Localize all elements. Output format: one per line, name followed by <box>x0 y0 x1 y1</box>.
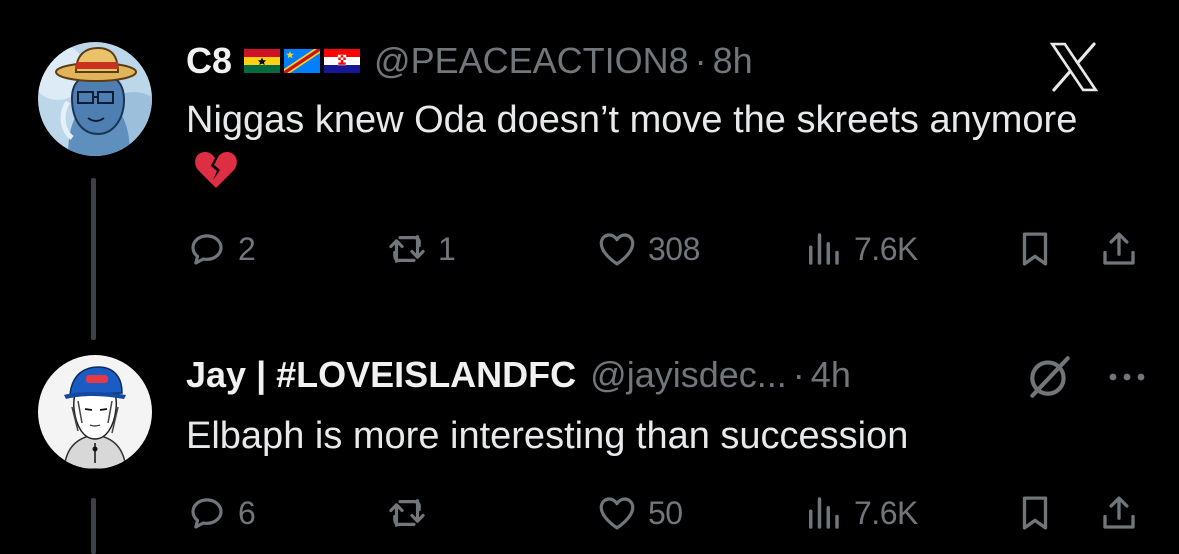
timestamp[interactable]: 4h <box>811 354 851 396</box>
like-button[interactable]: 308 <box>596 228 700 270</box>
view-count: 7.6K <box>854 230 918 267</box>
tweet-header: Jay | #LOVEISLANDFC @jayisdec... · 4h <box>186 354 851 396</box>
heart-icon <box>599 497 635 530</box>
heart-icon <box>599 233 635 266</box>
thread-connector <box>91 178 96 340</box>
repost-count: 1 <box>438 230 456 267</box>
thread-connector <box>91 498 96 554</box>
views-icon <box>809 233 839 265</box>
tweet-text: Niggas knew Oda doesn’t move the skreets… <box>186 94 1116 198</box>
tweet-actions: 6 50 7.6K <box>186 492 1146 542</box>
like-count: 50 <box>648 494 683 531</box>
views-button[interactable]: 7.6K <box>802 228 918 270</box>
separator-dot: · <box>792 354 805 395</box>
tweet-text-content: Niggas knew Oda doesn’t move the skreets… <box>186 99 1078 141</box>
user-handle[interactable]: @PEACEACTION8 <box>374 40 689 82</box>
avatar-image <box>38 355 152 469</box>
like-count: 308 <box>648 230 700 267</box>
share-button[interactable] <box>1098 492 1140 534</box>
broken-heart-icon <box>195 152 237 188</box>
share-button[interactable] <box>1098 228 1140 270</box>
bookmark-button[interactable] <box>1014 492 1056 534</box>
reply-button[interactable]: 6 <box>186 492 256 534</box>
more-icon[interactable] <box>1102 362 1152 392</box>
view-count: 7.6K <box>854 494 918 531</box>
bookmark-icon <box>1022 232 1048 266</box>
display-name[interactable]: C8 <box>186 40 232 82</box>
display-name[interactable]: Jay | #LOVEISLANDFC <box>186 354 576 396</box>
like-button[interactable]: 50 <box>596 492 683 534</box>
repost-icon <box>389 499 425 527</box>
share-icon <box>1103 232 1135 265</box>
separator-dot: · <box>694 40 707 81</box>
repost-button[interactable] <box>386 492 438 534</box>
avatar-image <box>38 42 152 156</box>
avatar[interactable] <box>38 42 152 156</box>
tweet-header: C8 @PEACEACTION8 · 8h <box>186 40 753 82</box>
tweet-text-content: Elbaph is more interesting than successi… <box>186 415 909 457</box>
timestamp[interactable]: 8h <box>713 40 753 82</box>
bookmark-icon <box>1022 496 1048 530</box>
grok-icon[interactable] <box>1024 352 1074 402</box>
share-icon <box>1103 496 1135 529</box>
flag-emojis <box>244 49 361 73</box>
tweet-text: Elbaph is more interesting than successi… <box>186 410 1116 462</box>
reply-count: 2 <box>238 230 256 267</box>
tweet-actions: 2 1 308 7.6K <box>186 228 1146 278</box>
avatar[interactable] <box>38 355 152 469</box>
dr-congo-flag <box>284 49 321 73</box>
reply-button[interactable]: 2 <box>186 228 256 270</box>
x-logo-icon[interactable] <box>1045 38 1103 96</box>
ghana-flag <box>244 49 281 73</box>
reply-icon <box>191 498 223 529</box>
reply-icon <box>191 234 223 265</box>
repost-icon <box>389 235 425 263</box>
croatia-flag <box>324 49 361 73</box>
views-icon <box>809 497 839 529</box>
user-handle[interactable]: @jayisdec... <box>590 354 787 396</box>
views-button[interactable]: 7.6K <box>802 492 918 534</box>
repost-button[interactable]: 1 <box>386 228 456 270</box>
bookmark-button[interactable] <box>1014 228 1056 270</box>
reply-count: 6 <box>238 494 256 531</box>
